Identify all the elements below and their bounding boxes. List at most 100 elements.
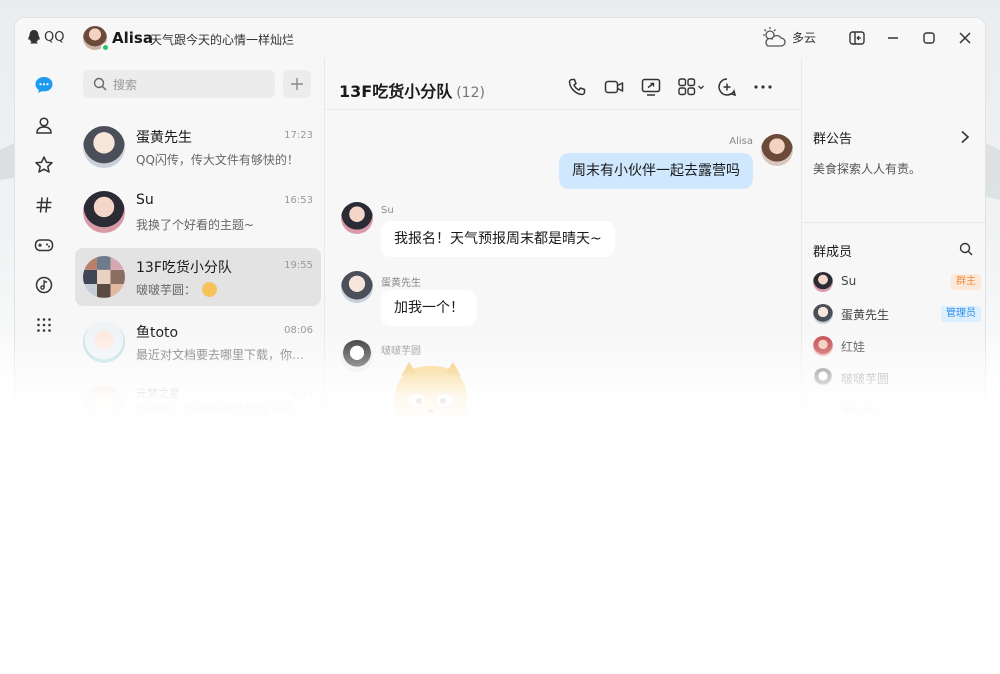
member-avatar xyxy=(813,272,833,292)
member-avatar xyxy=(813,400,833,416)
message-bubble-mine[interactable]: 周末有小伙伴一起去露营吗 xyxy=(559,153,753,189)
screen-share-icon xyxy=(641,78,661,96)
maximize-icon xyxy=(923,32,935,44)
conversation-preview: 张明明：DMAN的菜据陪下他… xyxy=(136,403,305,417)
grid-dots-icon xyxy=(37,318,51,332)
message-sender: 啵啵芋圆 xyxy=(381,346,421,357)
preview-text: 啵啵芋圆： xyxy=(136,283,197,297)
add-button[interactable] xyxy=(283,70,311,98)
member-name: 红娃 xyxy=(841,340,866,354)
admin-badge: 管理员 xyxy=(941,306,981,322)
conversation-name: 13F吃货小分队 xyxy=(136,260,232,276)
conversation-item[interactable]: Su 16:53 我换了个好看的主题~ xyxy=(75,183,321,241)
member-item[interactable]: 鱼toto xyxy=(813,399,983,417)
sticker-emoji-icon xyxy=(201,282,217,297)
weather-widget[interactable]: 多云 xyxy=(760,26,816,48)
conversation-time: 08:06 xyxy=(284,325,313,336)
search-icon xyxy=(93,77,107,91)
nav-contacts[interactable] xyxy=(33,114,55,136)
member-name: 蛋黄先生 xyxy=(841,308,890,322)
video-camera-icon xyxy=(604,80,624,94)
chat-header-title: 13F吃货小分队 (12) xyxy=(339,78,485,102)
minimize-icon xyxy=(888,37,898,39)
star-icon xyxy=(35,156,53,173)
phone-icon xyxy=(568,78,586,96)
members-title: 群成员 xyxy=(813,245,853,260)
video-call-button[interactable] xyxy=(603,76,625,98)
conversation-preview: QQ闪传，传大文件有够快的！ xyxy=(136,153,299,167)
chat-pane: 13F吃货小分队 (12) Alisa 周末有小伙伴一起去露营吗 Su 我报名！… xyxy=(325,58,801,417)
unused xyxy=(767,76,789,98)
group-name: 13F吃货小分队 xyxy=(339,82,453,101)
penguin-icon xyxy=(28,30,40,44)
close-icon xyxy=(959,32,971,44)
sender-avatar[interactable] xyxy=(341,271,373,303)
conversation-item[interactable]: 元梦之星 4:24 张明明：DMAN的菜据陪下他… xyxy=(75,378,321,417)
message-bubble[interactable]: 我报名！天气预报周末都是晴天~ xyxy=(381,221,615,257)
message-sender: 蛋黄先生 xyxy=(381,278,421,289)
screen-share-button[interactable] xyxy=(640,76,662,98)
online-status-dot xyxy=(101,43,110,52)
member-item[interactable]: 红娃 xyxy=(813,335,983,357)
message-bubble[interactable]: 加我一个！ xyxy=(381,290,477,326)
conversation-avatar xyxy=(83,126,125,168)
member-avatar xyxy=(813,304,833,324)
member-search-icon[interactable] xyxy=(959,242,973,256)
nav-more-apps[interactable] xyxy=(33,314,55,336)
my-signature[interactable]: 天气跟今天的心情一样灿烂 xyxy=(150,31,294,48)
announcement-title: 群公告 xyxy=(813,132,853,147)
conversation-preview: 啵啵芋圆： xyxy=(136,281,310,298)
my-nickname[interactable]: Alisa xyxy=(112,29,153,47)
member-item[interactable]: Su 群主 xyxy=(813,271,983,293)
conversation-name: 元梦之星 xyxy=(136,387,180,400)
voice-call-button[interactable] xyxy=(566,76,588,98)
announcement-header[interactable]: 群公告 xyxy=(813,128,852,147)
search-box[interactable]: 搜索 xyxy=(83,70,275,98)
nav-channels[interactable] xyxy=(33,194,55,216)
conversation-preview: 最近对文档要去哪里下载，你… xyxy=(136,348,305,362)
member-count: (12) xyxy=(456,85,485,101)
sender-avatar[interactable] xyxy=(761,134,793,166)
side-panel-icon xyxy=(849,31,865,45)
person-icon xyxy=(36,117,52,134)
sender-avatar[interactable] xyxy=(341,202,373,234)
pin-window-button[interactable] xyxy=(847,28,867,48)
sender-avatar[interactable] xyxy=(341,340,373,372)
member-name: 啵啵芋圆 xyxy=(841,372,890,386)
member-avatar xyxy=(813,336,833,356)
conversation-list-pane: 搜索 蛋黄先生 17:23 QQ闪传，传大文件有够快的！ Su 16:53 我换… xyxy=(71,58,325,417)
cloudy-weather-icon xyxy=(763,27,786,47)
conversation-time: 17:23 xyxy=(284,130,313,141)
conversation-item-active[interactable]: 13F吃货小分队 19:55 啵啵芋圆： xyxy=(75,248,321,306)
member-item[interactable]: 蛋黄先生 管理员 xyxy=(813,303,983,325)
add-member-button[interactable] xyxy=(716,76,738,98)
apps-menu-button[interactable] xyxy=(677,76,707,98)
group-avatar xyxy=(83,256,125,298)
title-bar: QQ Alisa 天气跟今天的心情一样灿烂 多云 xyxy=(15,18,985,58)
conversation-avatar xyxy=(83,386,125,416)
group-side-panel: 群公告 美食探索人人有责。 群成员 Su 群主 蛋黄先生 管理员 红娃 啵啵芋圆 xyxy=(801,58,985,417)
member-item[interactable]: 啵啵芋圆 xyxy=(813,367,983,389)
nav-music[interactable] xyxy=(33,274,55,296)
qq-logo: QQ xyxy=(27,29,64,45)
chat-header-divider xyxy=(325,109,801,110)
add-chat-icon xyxy=(718,78,737,97)
conversation-name: Su xyxy=(136,192,154,208)
maximize-button[interactable] xyxy=(919,28,939,48)
shiba-sticker[interactable] xyxy=(387,360,475,417)
chat-bubble-icon xyxy=(35,77,53,93)
nav-messages[interactable] xyxy=(33,74,55,96)
minimize-button[interactable] xyxy=(883,28,903,48)
message-sender: Alisa xyxy=(729,136,753,147)
conversation-item[interactable]: 蛋黄先生 17:23 QQ闪传，传大文件有够快的！ xyxy=(75,118,321,176)
member-avatar xyxy=(813,368,833,388)
conversation-item[interactable]: 鱼toto 08:06 最近对文档要去哪里下载，你… xyxy=(75,313,321,371)
qq-window: QQ Alisa 天气跟今天的心情一样灿烂 多云 搜索 蛋黄先生 17:23 Q… xyxy=(14,17,986,417)
nav-games[interactable] xyxy=(33,234,55,256)
chevron-right-icon[interactable] xyxy=(960,130,970,144)
close-button[interactable] xyxy=(955,28,975,48)
announcement-text: 美食探索人人有责。 xyxy=(813,162,922,176)
nav-favorites[interactable] xyxy=(33,154,55,176)
sidebar-divider xyxy=(802,222,985,223)
member-name: 鱼toto xyxy=(841,404,878,417)
